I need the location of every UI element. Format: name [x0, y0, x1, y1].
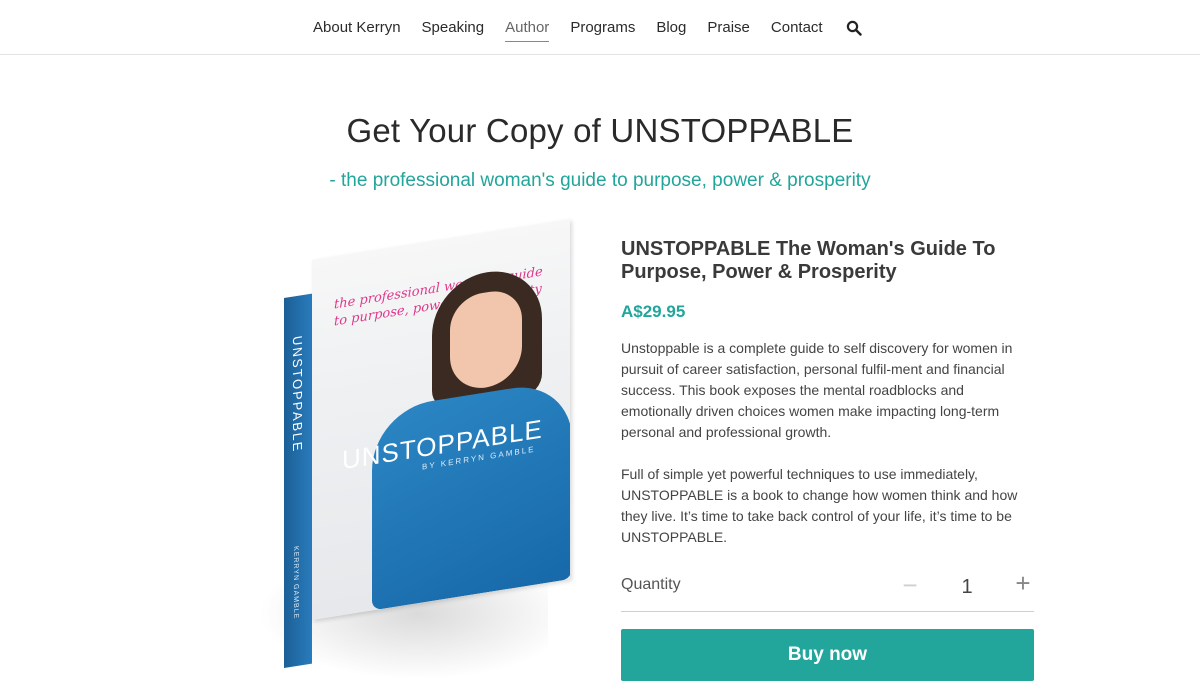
nav-item-author[interactable]: Author [505, 15, 550, 42]
page-subtitle: - the professional woman's guide to purp… [329, 170, 871, 191]
buy-now-button[interactable]: Buy now [621, 629, 1034, 681]
spine-title: UNSTOPPABLE [290, 334, 305, 454]
quantity-stepper: Quantity − + [621, 566, 1034, 612]
quantity-increase-button[interactable]: + [1012, 568, 1034, 598]
nav-item-speaking[interactable]: Speaking [422, 15, 485, 40]
nav-item-about-kerryn[interactable]: About Kerryn [313, 15, 401, 40]
nav-item-contact[interactable]: Contact [771, 15, 823, 40]
book-front-cover: the professional woman's guide to purpos… [312, 219, 570, 620]
nav-item-blog[interactable]: Blog [656, 15, 686, 40]
book-spine: UNSTOPPABLE KERRYN GAMBLE [284, 293, 312, 668]
product-title: UNSTOPPABLE The Woman's Guide To Purpose… [621, 238, 996, 283]
page-title: Get Your Copy of UNSTOPPABLE [346, 112, 854, 149]
quantity-decrease-button[interactable]: − [900, 570, 920, 600]
product-details: UNSTOPPABLE The Woman's Guide To Purpose… [621, 238, 1036, 548]
product-description-2: Full of simple yet powerful techniques t… [621, 466, 1018, 545]
book-cover-image: UNSTOPPABLE KERRYN GAMBLE the profession… [250, 219, 580, 680]
product-price: A$29.95 [621, 302, 686, 321]
quantity-label: Quantity [621, 576, 681, 593]
nav-item-praise[interactable]: Praise [707, 15, 750, 40]
nav-item-programs[interactable]: Programs [570, 15, 635, 40]
quantity-input[interactable] [954, 573, 980, 601]
nav-menu: About Kerryn Speaking Author Programs Bl… [313, 0, 862, 55]
product-description-1: Unstoppable is a complete guide to self … [621, 340, 1013, 440]
search-icon[interactable] [846, 20, 862, 36]
spine-author: KERRYN GAMBLE [292, 545, 299, 620]
top-nav: About Kerryn Speaking Author Programs Bl… [0, 0, 1200, 55]
